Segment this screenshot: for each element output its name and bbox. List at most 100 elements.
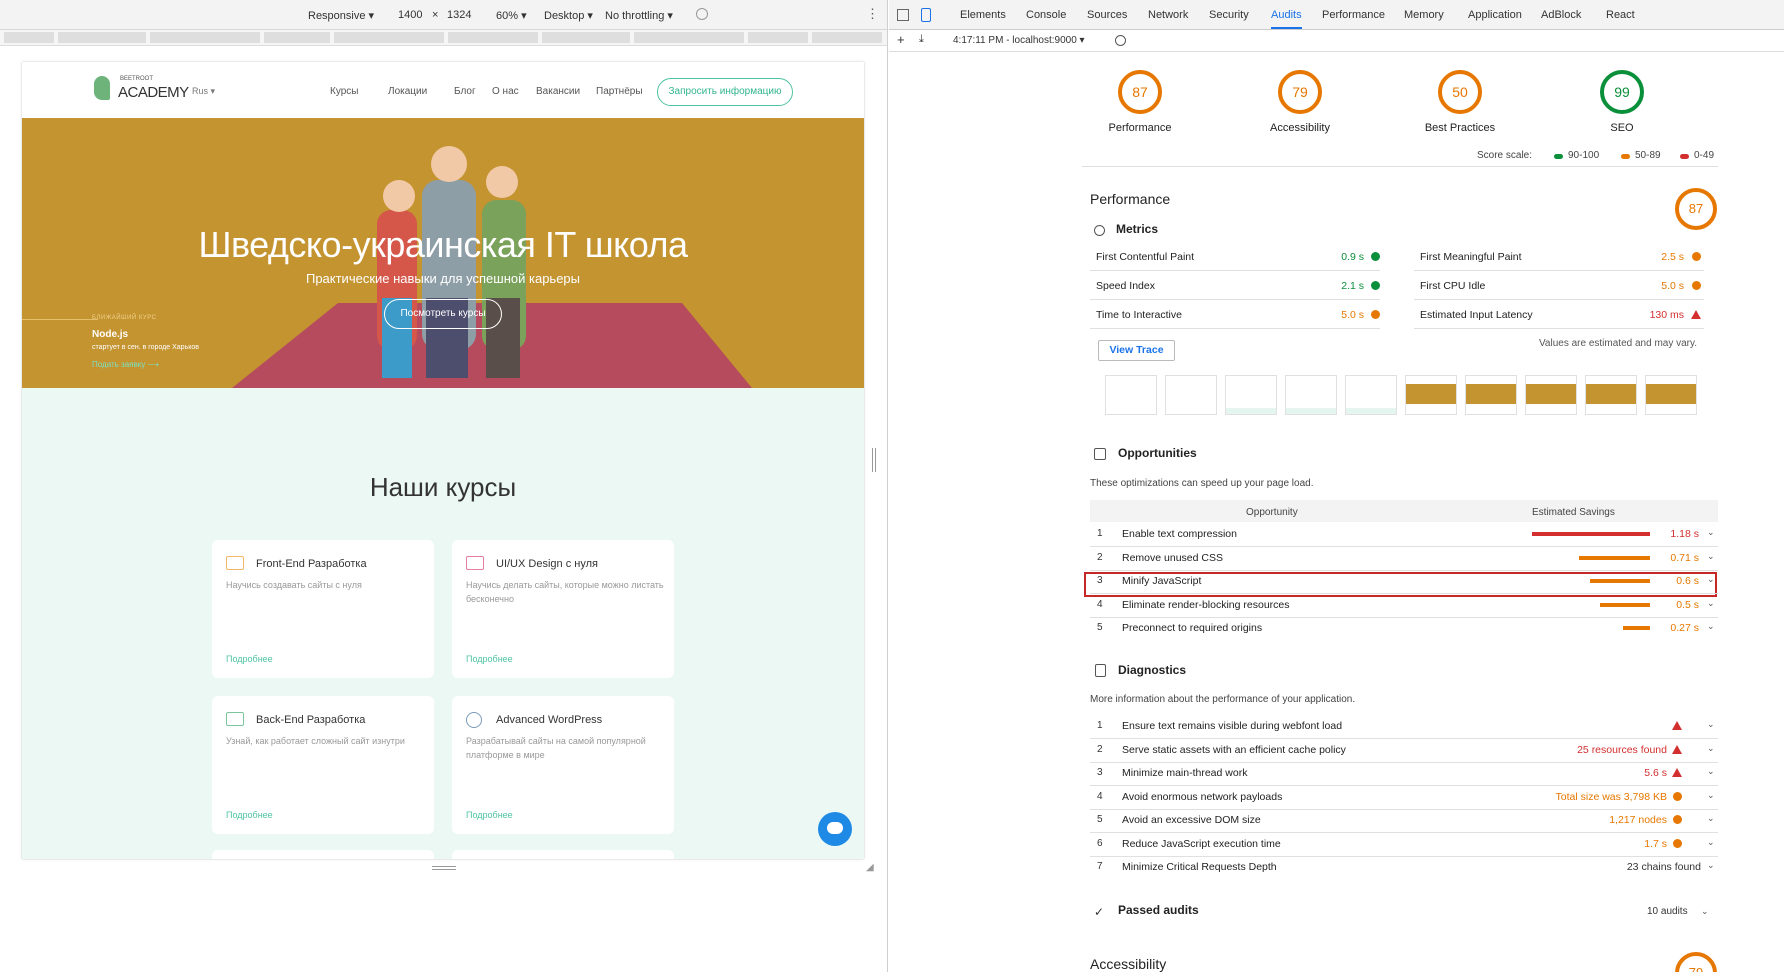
tab-audits[interactable]: Audits: [1271, 9, 1302, 29]
filmstrip-frame: [1465, 375, 1517, 415]
resize-corner-icon[interactable]: ◢: [866, 862, 874, 873]
col-savings: Estimated Savings: [1532, 507, 1615, 518]
course-more-link[interactable]: Подробнее: [226, 654, 273, 664]
language-select[interactable]: Rus ▾: [192, 86, 215, 97]
seo-gauge[interactable]: 99: [1600, 70, 1644, 114]
opportunity-title[interactable]: Remove unused CSS: [1122, 552, 1223, 564]
average-info-icon: [1692, 252, 1701, 261]
tab-adblock[interactable]: AdBlock: [1541, 9, 1581, 21]
zoom-label: 60%: [496, 10, 519, 22]
course-card-wordpress[interactable]: Advanced WordPress Разрабатывай сайты на…: [452, 696, 674, 834]
tab-react[interactable]: React: [1606, 9, 1635, 21]
chevron-down-icon[interactable]: ⌄: [1707, 621, 1715, 632]
request-info-button[interactable]: Запросить информацию: [657, 78, 793, 106]
opportunity-title[interactable]: Preconnect to required origins: [1122, 622, 1262, 634]
diagnostic-number: 2: [1097, 744, 1103, 755]
devtools-tab-bar: Elements Console Sources Network Securit…: [889, 0, 1784, 30]
chevron-down-icon[interactable]: ⌄: [1707, 551, 1715, 562]
passed-audits-title[interactable]: Passed audits: [1118, 903, 1199, 917]
course-more-link[interactable]: Подробнее: [226, 810, 273, 820]
course-card-uiux[interactable]: UI/UX Design с нуля Научись делать сайты…: [452, 540, 674, 678]
chat-bubble-icon[interactable]: [818, 812, 852, 846]
tab-security[interactable]: Security: [1209, 9, 1249, 21]
chevron-down-icon[interactable]: ⌄: [1701, 906, 1709, 917]
opportunity-title[interactable]: Minify JavaScript: [1122, 575, 1201, 587]
tab-console[interactable]: Console: [1026, 9, 1066, 21]
chevron-down-icon[interactable]: ⌄: [1707, 790, 1715, 801]
chevron-down-icon[interactable]: ⌄: [1707, 743, 1715, 754]
diagnostic-value: 23 chains found: [1626, 861, 1701, 873]
chevron-down-icon[interactable]: ⌄: [1707, 719, 1715, 730]
accessibility-gauge[interactable]: 79: [1278, 70, 1322, 114]
tab-application[interactable]: Application: [1468, 9, 1522, 21]
opportunity-number: 2: [1097, 552, 1103, 563]
tab-network[interactable]: Network: [1148, 9, 1188, 21]
chevron-down-icon[interactable]: ⌄: [1707, 837, 1715, 848]
resize-handle-bottom[interactable]: [432, 866, 456, 870]
diagnostics-desc: More information about the performance o…: [1090, 694, 1356, 705]
new-audit-icon[interactable]: +: [897, 32, 905, 47]
performance-gauge[interactable]: 87: [1118, 70, 1162, 114]
height-input[interactable]: 1324: [447, 9, 471, 21]
metric-fci-name: First CPU Idle: [1420, 280, 1486, 292]
inspect-icon[interactable]: [897, 9, 909, 21]
zoom-select[interactable]: 60% ▾: [496, 9, 527, 22]
device-toolbar: Responsive ▾ 1400 × 1324 60% ▾ Desktop ▾…: [0, 0, 887, 30]
nav-vacancies[interactable]: Вакансии: [536, 86, 580, 97]
chevron-down-icon[interactable]: ⌄: [1707, 766, 1715, 777]
throttling-select[interactable]: No throttling ▾: [605, 9, 673, 22]
course-title: Back-End Разработка: [256, 714, 366, 726]
course-more-link[interactable]: Подробнее: [466, 810, 513, 820]
download-icon[interactable]: ⤓: [919, 33, 924, 46]
nav-courses[interactable]: Курсы: [330, 86, 358, 97]
opportunity-title[interactable]: Enable text compression: [1122, 528, 1237, 540]
course-card-frontend[interactable]: Front-End Разработка Научись создавать с…: [212, 540, 434, 678]
diagnostic-title[interactable]: Avoid enormous network payloads: [1122, 791, 1282, 803]
metric-si-value: 2.1 s: [1341, 280, 1364, 292]
tab-memory[interactable]: Memory: [1404, 9, 1444, 21]
rotate-icon[interactable]: [696, 8, 708, 20]
chevron-down-icon[interactable]: ⌄: [1707, 860, 1715, 871]
diagnostic-title[interactable]: Minimize Critical Requests Depth: [1122, 861, 1277, 873]
chevron-down-icon[interactable]: ⌄: [1707, 574, 1715, 585]
diagnostic-title[interactable]: Serve static assets with an efficient ca…: [1122, 744, 1346, 756]
device-toggle-icon[interactable]: [921, 8, 931, 22]
check-icon: ✓: [1094, 905, 1105, 919]
nav-locations[interactable]: Локации: [388, 86, 427, 97]
report-select[interactable]: 4:17:11 PM - localhost:9000 ▾: [953, 35, 1085, 46]
diagnostic-title[interactable]: Ensure text remains visible during webfo…: [1122, 720, 1342, 732]
tab-sources[interactable]: Sources: [1087, 9, 1127, 21]
diagnostic-title[interactable]: Minimize main-thread work: [1122, 767, 1247, 779]
hero-subtitle: Практические навыки для успешной карьеры: [305, 271, 581, 286]
more-options-icon[interactable]: ⋮: [866, 6, 879, 22]
chevron-down-icon[interactable]: ⌄: [1707, 598, 1715, 609]
course-card-backend[interactable]: Back-End Разработка Узнай, как работает …: [212, 696, 434, 834]
width-input[interactable]: 1400: [398, 9, 422, 21]
site-logo[interactable]: ACADEMY: [118, 84, 189, 101]
diagnostic-title[interactable]: Reduce JavaScript execution time: [1122, 838, 1281, 850]
diagnostic-title[interactable]: Avoid an excessive DOM size: [1122, 814, 1261, 826]
chevron-down-icon[interactable]: ⌄: [1707, 527, 1715, 538]
course-card-partial[interactable]: [212, 850, 434, 859]
view-trace-button[interactable]: View Trace: [1098, 340, 1175, 361]
clear-icon[interactable]: [1115, 35, 1126, 46]
server-icon: [226, 712, 244, 726]
device-mode-select[interactable]: Responsive ▾: [308, 9, 374, 22]
device-type-select[interactable]: Desktop ▾: [544, 9, 593, 22]
tab-elements[interactable]: Elements: [960, 9, 1006, 21]
nav-blog[interactable]: Блог: [454, 86, 476, 97]
chevron-down-icon[interactable]: ⌄: [1707, 813, 1715, 824]
course-more-link[interactable]: Подробнее: [466, 654, 513, 664]
best-practices-gauge[interactable]: 50: [1438, 70, 1482, 114]
diagnostic-value: 1.7 s: [1644, 838, 1667, 850]
resize-handle-right[interactable]: [872, 448, 876, 472]
nav-about[interactable]: О нас: [492, 86, 519, 97]
view-courses-button[interactable]: Посмотреть курсы: [384, 299, 502, 329]
opportunity-number: 5: [1097, 622, 1103, 633]
tab-performance[interactable]: Performance: [1322, 9, 1385, 21]
opportunity-title[interactable]: Eliminate render-blocking resources: [1122, 599, 1290, 611]
nav-partners[interactable]: Партнёры: [596, 86, 643, 97]
course-card-partial[interactable]: [452, 850, 674, 859]
apply-link[interactable]: Подать заявку ⟶: [92, 360, 159, 369]
accessibility-title: Accessibility: [1090, 956, 1167, 972]
